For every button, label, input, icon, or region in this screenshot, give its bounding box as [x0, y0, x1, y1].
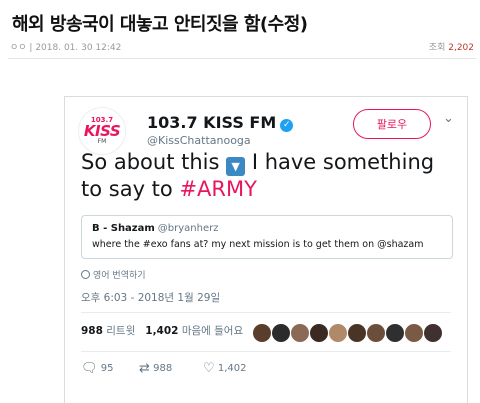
display-name[interactable]: 103.7 KISS FM ✓	[147, 113, 294, 132]
chevron-down-icon[interactable]: ⌄	[443, 111, 454, 126]
retweets-label[interactable]: 리트윗	[106, 325, 135, 337]
liker-avatar[interactable]	[329, 324, 347, 342]
like-count: 1,402	[217, 363, 247, 374]
liker-avatar[interactable]	[253, 324, 271, 342]
retweet-button[interactable]: ⇄ 988	[139, 361, 172, 376]
post-title: 해외 방송국이 대놓고 안티짓을 함(수정)	[12, 14, 308, 35]
embedded-tweet: 103.7 KISS FM 103.7 KISS FM ✓ @KissChatta…	[64, 96, 468, 403]
engagement-stats: 988 리트윗 1,402 마음에 들어요	[81, 323, 243, 338]
heart-icon: ♡	[203, 361, 215, 376]
translate-link[interactable]: 영어 번역하기	[81, 268, 146, 281]
quoted-handle: @bryanherz	[157, 223, 219, 234]
liker-avatar[interactable]	[386, 324, 404, 342]
retweet-count: 988	[153, 363, 173, 374]
quoted-tweet[interactable]: B - Shazam @bryanherz where the #exo fans…	[81, 215, 453, 259]
globe-icon	[81, 270, 90, 279]
liker-avatar[interactable]	[310, 324, 328, 342]
retweets-count[interactable]: 988	[81, 325, 103, 337]
views-count: 2,202	[448, 43, 474, 53]
down-arrow-emoji-icon: ▼	[226, 157, 246, 176]
quoted-tweet-header: B - Shazam @bryanherz	[92, 223, 219, 234]
post-meta: ㅇㅇ | 2018. 01. 30 12:42	[10, 43, 122, 53]
retweet-icon: ⇄	[139, 361, 150, 376]
tweet-text-part1: So about this	[81, 150, 220, 174]
follow-button[interactable]: 팔로우	[353, 109, 431, 139]
divider	[81, 312, 451, 313]
liker-avatar[interactable]	[291, 324, 309, 342]
reply-count: 95	[100, 363, 114, 374]
tweet-timestamp[interactable]: 오후 6:03 - 2018년 1월 29일	[81, 290, 220, 305]
quoted-text: where the #exo fans at? my next mission …	[92, 239, 424, 250]
avatar-brand: KISS	[83, 122, 121, 140]
like-button[interactable]: ♡ 1,402	[203, 361, 246, 376]
view-count: 조회 2,202	[429, 40, 474, 53]
reply-icon: 🗨︎	[81, 361, 98, 376]
display-name-text[interactable]: 103.7 KISS FM	[147, 113, 276, 132]
views-label: 조회	[428, 43, 446, 53]
divider	[81, 351, 451, 352]
quoted-name: B - Shazam	[92, 223, 155, 234]
avatar-sub: FM	[97, 138, 107, 145]
kissfm-avatar[interactable]: 103.7 KISS FM	[78, 107, 126, 155]
liker-avatar[interactable]	[367, 324, 385, 342]
translate-label[interactable]: 영어 번역하기	[93, 271, 146, 281]
verified-badge-icon: ✓	[280, 119, 294, 132]
title-divider	[8, 58, 476, 59]
liker-avatar[interactable]	[272, 324, 290, 342]
liker-avatar[interactable]	[348, 324, 366, 342]
tweet-text: So about this ▼ I have something to say …	[81, 149, 456, 203]
likes-count[interactable]: 1,402	[145, 325, 178, 337]
liker-avatar[interactable]	[424, 324, 442, 342]
liker-avatar[interactable]	[405, 324, 423, 342]
hashtag-link[interactable]: #ARMY	[179, 177, 257, 201]
likes-label[interactable]: 마음에 들어요	[182, 325, 243, 337]
reply-button[interactable]: 🗨︎ 95	[81, 361, 113, 376]
user-handle[interactable]: @KissChattanooga	[147, 134, 251, 147]
